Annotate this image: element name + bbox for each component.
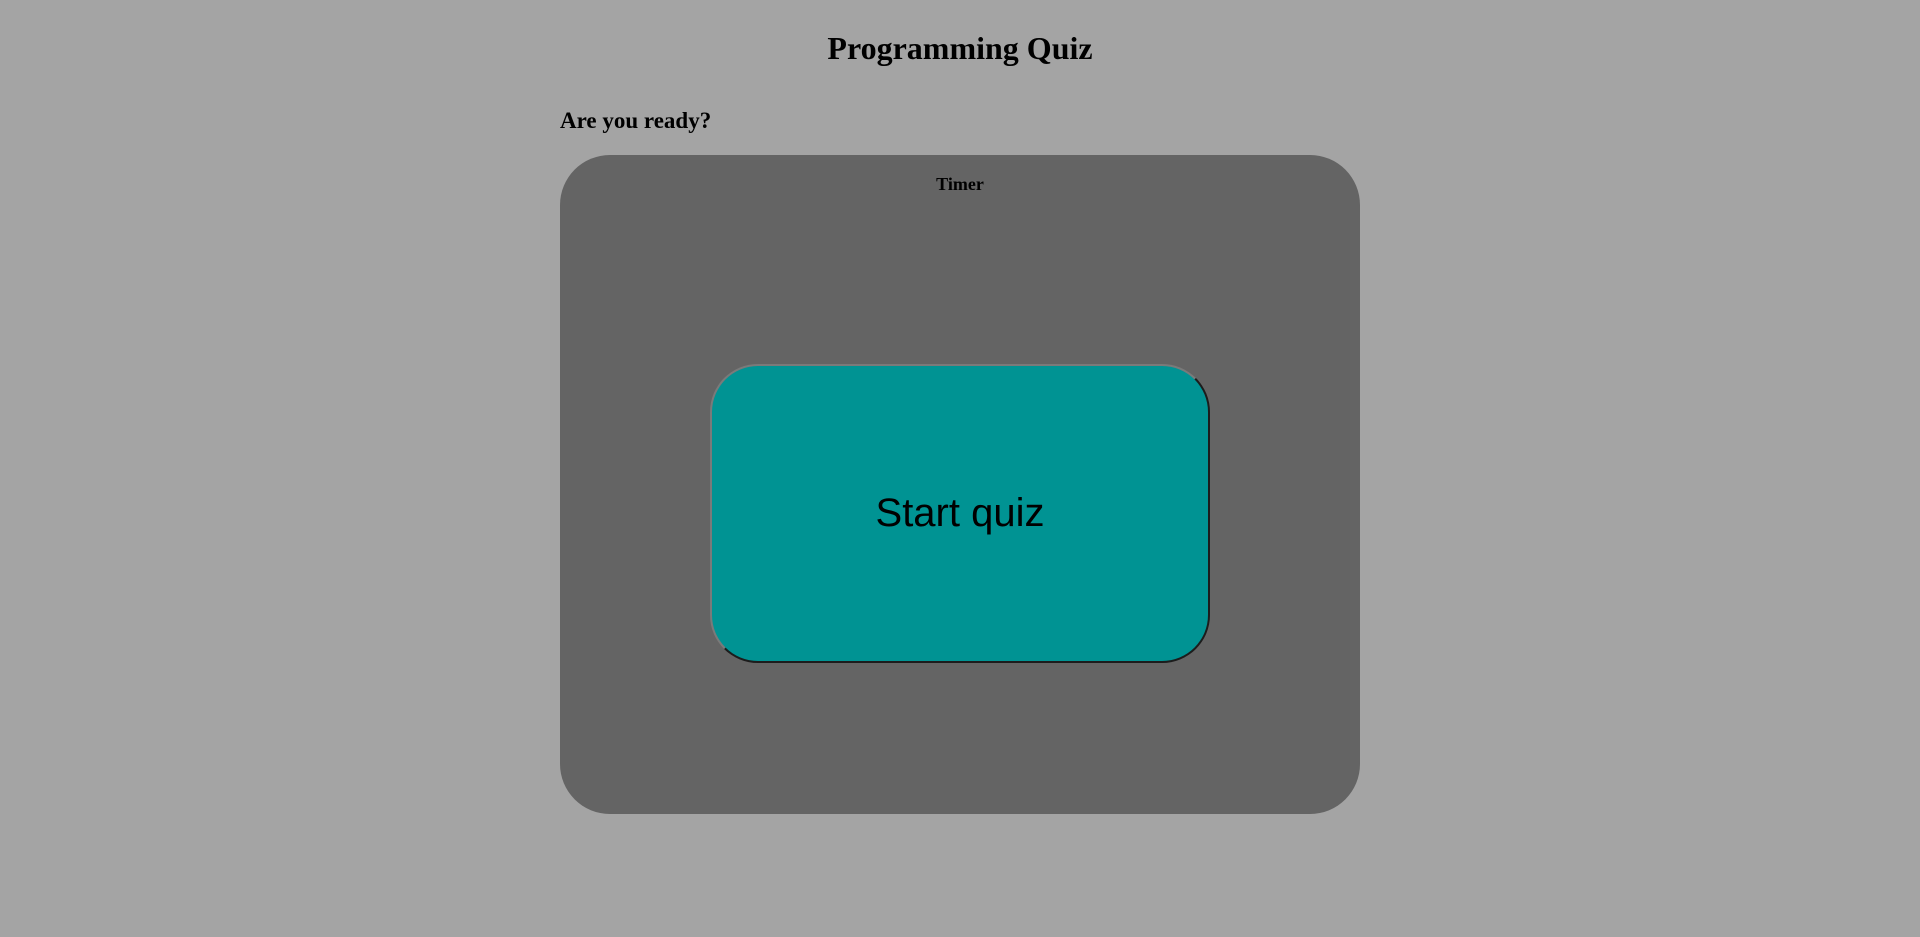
timer-label: Timer (936, 174, 984, 194)
start-quiz-label: Start quiz (875, 491, 1045, 535)
ready-heading: Are you ready? (560, 108, 712, 133)
start-quiz-button[interactable]: Start quiz (710, 364, 1210, 663)
page-title: Programming Quiz (827, 30, 1093, 66)
quiz-panel: Timer Start quiz (560, 155, 1360, 814)
